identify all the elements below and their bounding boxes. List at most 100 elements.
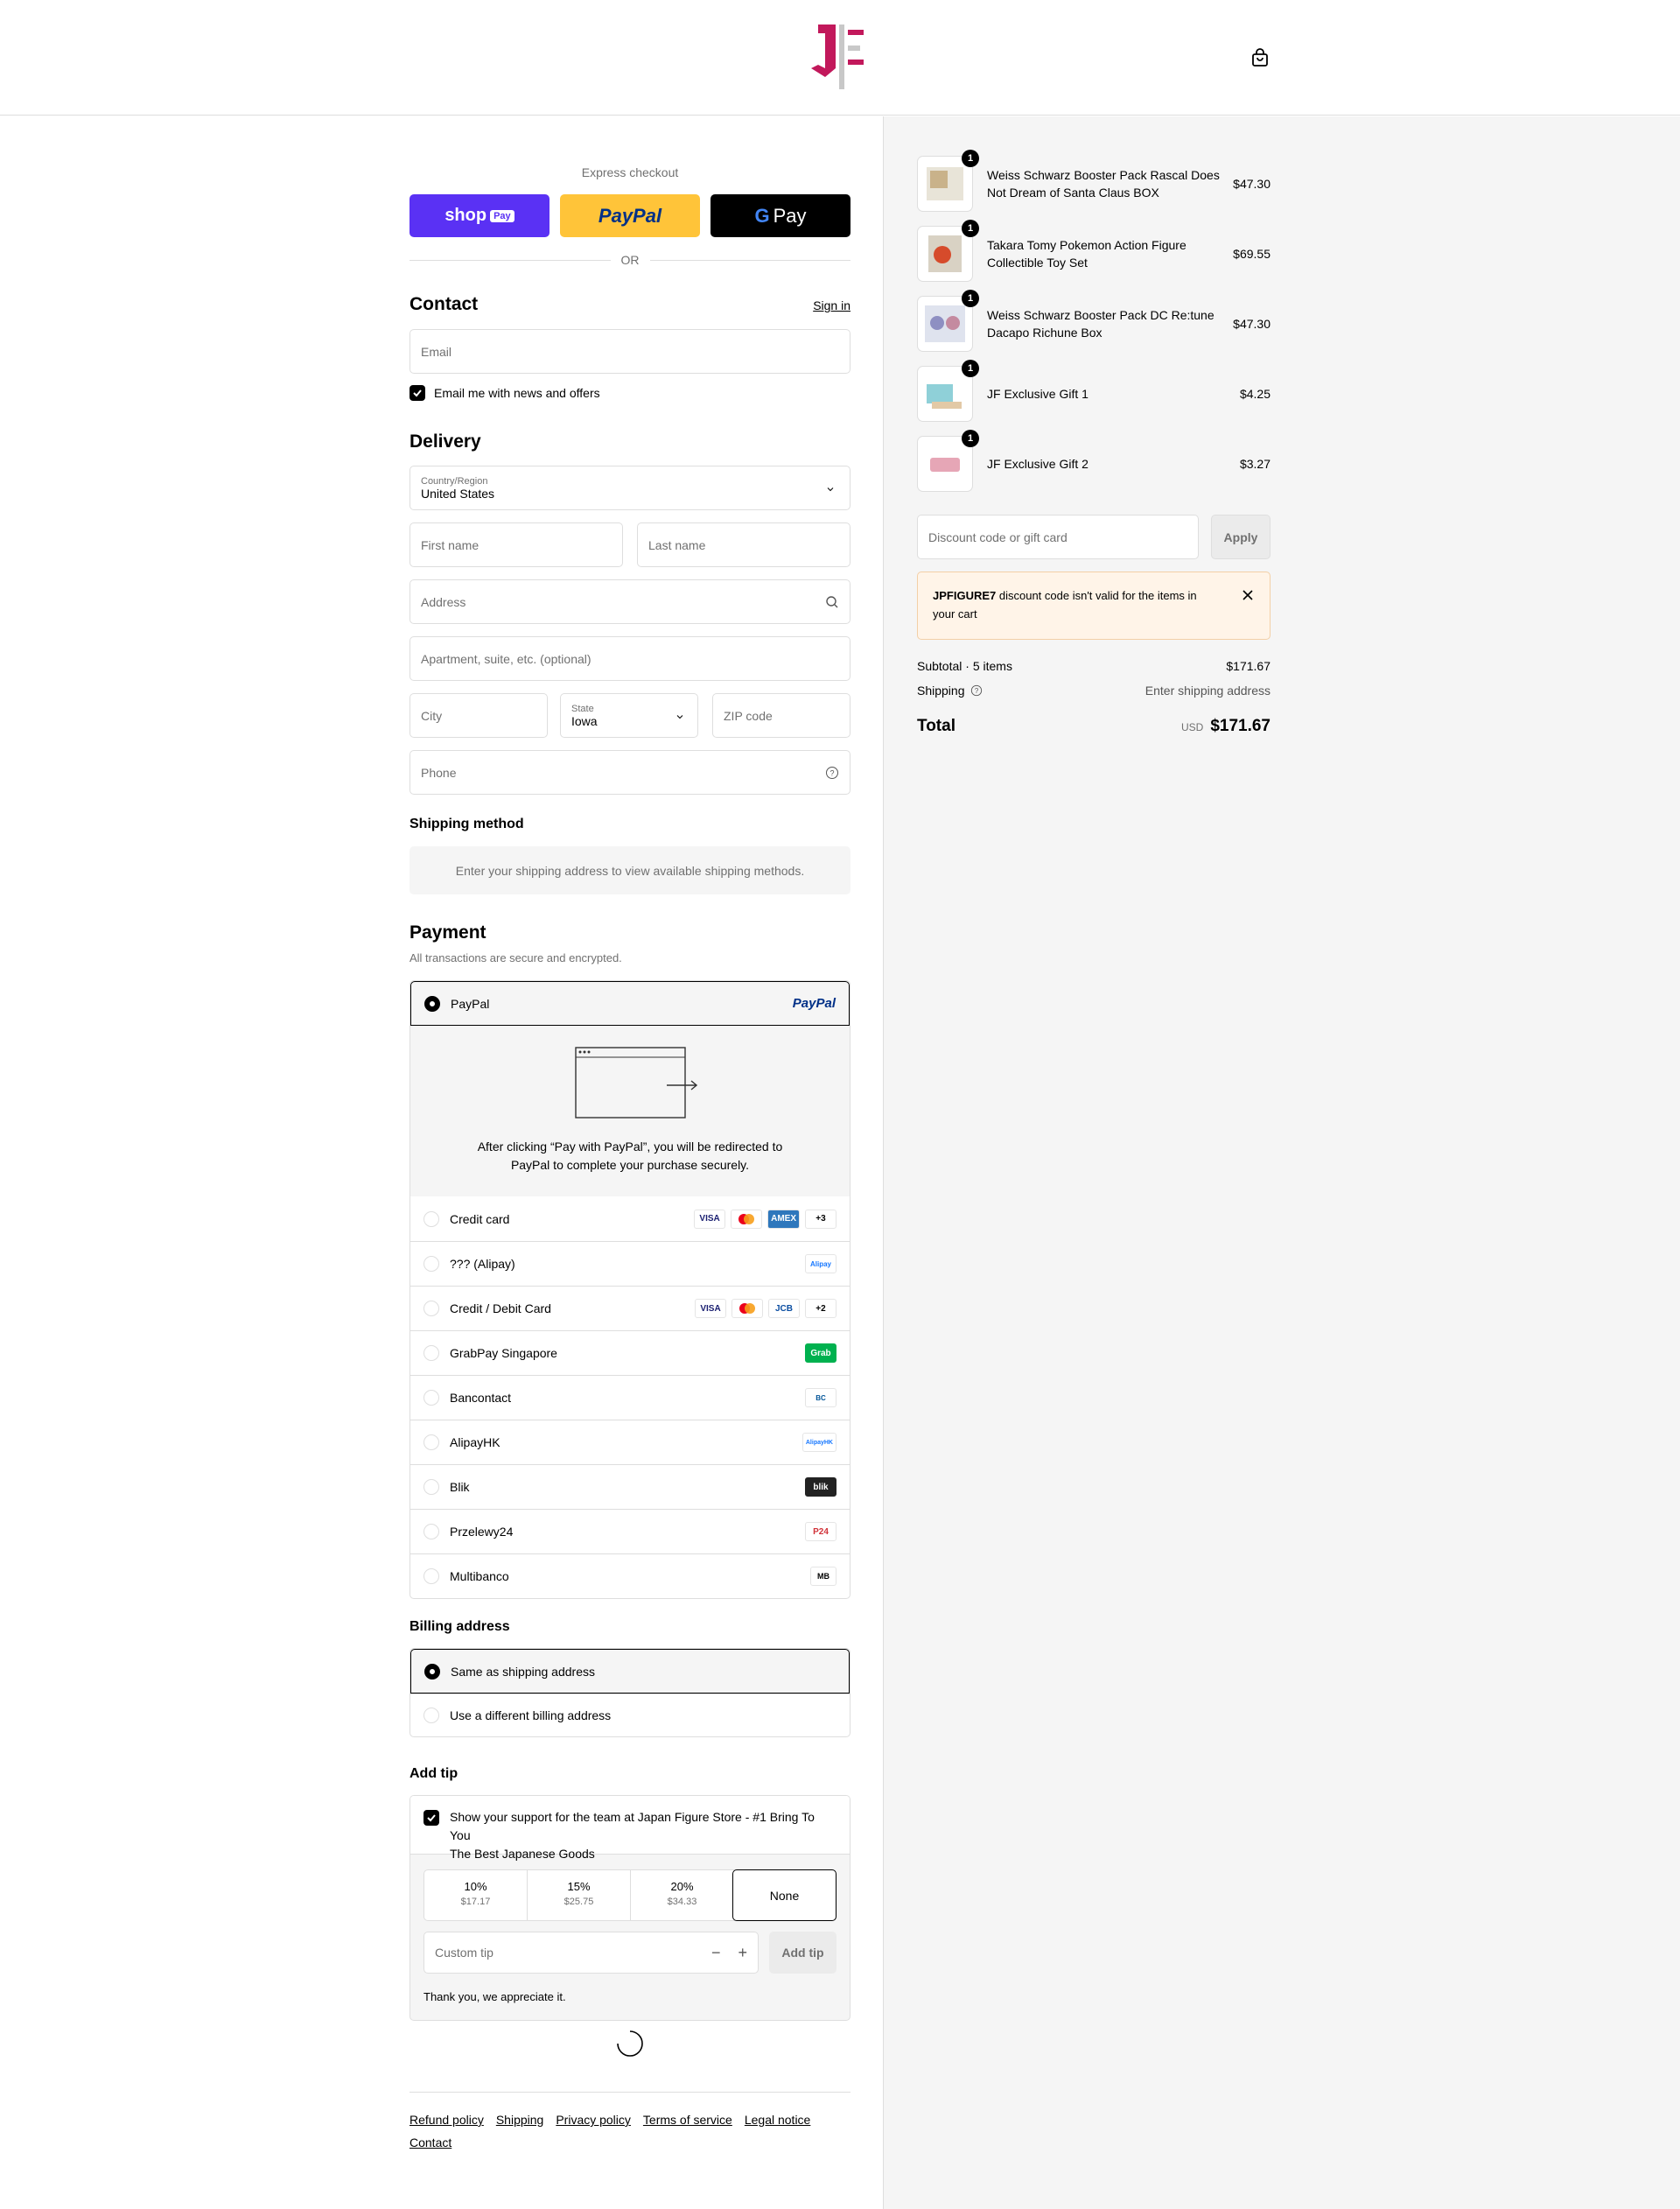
- payment-method-bancontact[interactable]: Bancontact BC: [410, 1375, 850, 1420]
- currency-code: USD: [1180, 721, 1204, 733]
- error-text-2: your cart: [933, 607, 977, 621]
- shop-pay-button[interactable]: shop Pay: [410, 194, 550, 237]
- payment-method-alipay[interactable]: ??? (Alipay) Alipay: [410, 1241, 850, 1286]
- last-name-placeholder: Last name: [648, 537, 706, 552]
- total-label: Total: [917, 717, 956, 735]
- method-radio[interactable]: [424, 1434, 439, 1450]
- paypal-logo: PayPal: [792, 996, 836, 1011]
- tip-amt: $25.75: [564, 1897, 594, 1907]
- method-radio[interactable]: [424, 1390, 439, 1406]
- custom-tip-field[interactable]: Custom tip − +: [424, 1932, 759, 1974]
- phone-placeholder: Phone: [421, 765, 457, 780]
- quantity-badge: 1: [962, 360, 979, 377]
- tip-support-row[interactable]: Show your support for the team at Japan …: [410, 1796, 850, 1861]
- custom-tip-placeholder: Custom tip: [435, 1946, 494, 1960]
- first-name-field[interactable]: First name: [410, 522, 623, 567]
- header: [0, 0, 1680, 116]
- method-radio[interactable]: [424, 1301, 439, 1316]
- google-pay-button[interactable]: G Pay: [710, 194, 850, 237]
- payment-title: Payment: [410, 922, 486, 943]
- news-checkbox-row[interactable]: Email me with news and offers: [410, 385, 600, 401]
- apply-button[interactable]: Apply: [1211, 515, 1270, 559]
- tip-option-10[interactable]: 10% $17.17: [424, 1870, 528, 1920]
- plus-icon[interactable]: +: [738, 1944, 747, 1962]
- payment-method-credit-card[interactable]: Credit card VISA AMEX +3: [410, 1196, 850, 1241]
- paypal-option[interactable]: PayPal PayPal: [410, 981, 850, 1026]
- method-radio[interactable]: [424, 1524, 439, 1539]
- paypal-radio[interactable]: [424, 995, 440, 1012]
- billing-different-option[interactable]: Use a different billing address: [410, 1694, 850, 1736]
- tip-support-text-2: The Best Japanese Goods: [450, 1847, 595, 1861]
- method-radio[interactable]: [424, 1568, 439, 1584]
- tip-option-none[interactable]: None: [732, 1869, 836, 1921]
- billing-different-radio[interactable]: [424, 1708, 439, 1723]
- add-tip-button[interactable]: Add tip: [769, 1932, 836, 1974]
- other-methods-list: Credit card VISA AMEX +3 ??? (Alipay) Alip…: [410, 1196, 850, 1598]
- tip-amt: $34.33: [667, 1897, 697, 1907]
- svg-text:?: ?: [974, 687, 978, 695]
- payment-methods: PayPal PayPal After clicking “Pay with P…: [410, 980, 850, 1599]
- help-icon[interactable]: ?: [825, 766, 839, 780]
- state-select[interactable]: State Iowa: [560, 693, 698, 738]
- refund-policy-link[interactable]: Refund policy: [410, 2113, 484, 2127]
- delivery-title: Delivery: [410, 431, 481, 452]
- address-field[interactable]: Address: [410, 579, 850, 624]
- last-name-field[interactable]: Last name: [637, 522, 850, 567]
- cart-item: 1 JF Exclusive Gift 2 $3.27: [917, 430, 1270, 492]
- billing-same-option[interactable]: Same as shipping address: [410, 1649, 850, 1694]
- payment-method-multibanco[interactable]: Multibanco MB: [410, 1553, 850, 1598]
- payment-method-alipayhk[interactable]: AlipayHK AlipayHK: [410, 1420, 850, 1464]
- chevron-down-icon: [827, 487, 834, 492]
- country-select[interactable]: Country/Region United States: [410, 466, 850, 510]
- method-label: Bancontact: [450, 1391, 512, 1405]
- tip-pct: None: [769, 1888, 800, 1903]
- privacy-policy-link[interactable]: Privacy policy: [556, 2113, 631, 2127]
- shipping-label: Shipping: [917, 684, 965, 698]
- terms-link[interactable]: Terms of service: [643, 2113, 732, 2127]
- method-label: GrabPay Singapore: [450, 1346, 557, 1360]
- zip-field[interactable]: ZIP code: [712, 693, 850, 738]
- paypal-express-button[interactable]: PayPal: [560, 194, 700, 237]
- billing-same-radio[interactable]: [424, 1663, 440, 1680]
- country-label: Country/Region: [421, 475, 488, 487]
- phone-field[interactable]: Phone ?: [410, 750, 850, 795]
- apartment-field[interactable]: Apartment, suite, etc. (optional): [410, 636, 850, 681]
- method-radio[interactable]: [424, 1256, 439, 1272]
- legal-notice-link[interactable]: Legal notice: [745, 2113, 811, 2127]
- sign-in-link[interactable]: Sign in: [813, 298, 850, 312]
- more-cards-badge: +3: [805, 1209, 836, 1229]
- contact-link[interactable]: Contact: [410, 2135, 452, 2149]
- shipping-row-label: Shipping ?: [917, 684, 983, 698]
- minus-icon[interactable]: −: [711, 1944, 721, 1962]
- news-label: Email me with news and offers: [434, 386, 600, 400]
- product-thumbnail: 1: [917, 430, 979, 492]
- payment-method-przelewy24[interactable]: Przelewy24 P24: [410, 1509, 850, 1553]
- news-checkbox[interactable]: [410, 385, 425, 401]
- email-field[interactable]: Email: [410, 329, 850, 374]
- item-price: $47.30: [1233, 177, 1270, 191]
- method-radio[interactable]: [424, 1479, 439, 1495]
- payment-method-credit-debit[interactable]: Credit / Debit Card VISA JCB +2: [410, 1286, 850, 1330]
- subtotal-value: $171.67: [1226, 659, 1270, 673]
- quantity-badge: 1: [962, 290, 979, 307]
- browser-redirect-icon: [575, 1047, 697, 1119]
- shipping-policy-link[interactable]: Shipping: [496, 2113, 544, 2127]
- bancontact-icon: BC: [805, 1388, 836, 1407]
- help-icon[interactable]: ?: [970, 684, 983, 697]
- tip-checkbox[interactable]: [424, 1810, 439, 1826]
- tip-option-20[interactable]: 20% $34.33: [631, 1870, 733, 1920]
- store-logo[interactable]: [806, 19, 876, 93]
- alipay-icon: Alipay: [805, 1254, 836, 1273]
- tip-option-15[interactable]: 15% $25.75: [528, 1870, 631, 1920]
- state-value: Iowa: [571, 713, 598, 728]
- payment-method-grabpay[interactable]: GrabPay Singapore Grab: [410, 1330, 850, 1375]
- tip-title: Add tip: [410, 1766, 458, 1781]
- method-radio[interactable]: [424, 1210, 439, 1227]
- shopping-bag-icon[interactable]: [1250, 47, 1270, 68]
- method-radio[interactable]: [424, 1345, 439, 1361]
- subtotal-label: Subtotal · 5 items: [917, 659, 1012, 673]
- close-icon[interactable]: [1242, 589, 1254, 601]
- payment-method-blik[interactable]: Blik blik: [410, 1464, 850, 1509]
- city-field[interactable]: City: [410, 693, 548, 738]
- discount-code-field[interactable]: Discount code or gift card: [917, 515, 1199, 559]
